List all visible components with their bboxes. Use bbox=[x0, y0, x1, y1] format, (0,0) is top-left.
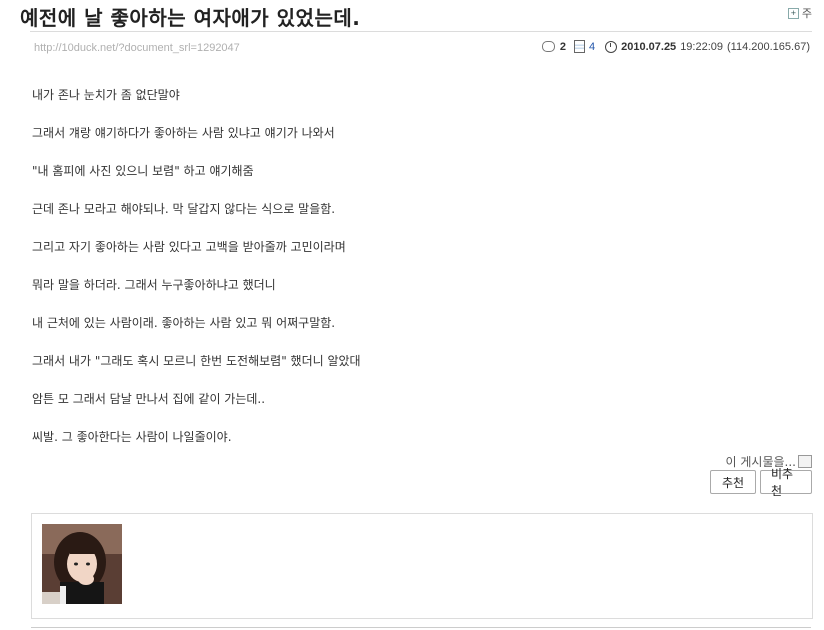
profile-photo-image bbox=[42, 524, 122, 604]
post-ip: (114.200.165.67) bbox=[727, 40, 810, 53]
divider bbox=[31, 627, 811, 628]
comment-icon bbox=[541, 41, 555, 52]
post-title: 예전에 날 좋아하는 여자애가 있었는데. bbox=[20, 6, 361, 30]
title-extras[interactable]: + 주 bbox=[787, 5, 812, 21]
author-image-box bbox=[31, 513, 813, 619]
document-icon bbox=[574, 40, 585, 53]
title-ext-label[interactable]: 주 bbox=[802, 5, 812, 21]
body-line: 그리고 자기 좋아하는 사람 있다고 고백을 받아줄까 고민이라며 bbox=[32, 240, 346, 254]
profile-photo bbox=[42, 524, 122, 604]
not-recommend-button[interactable]: 비추천 bbox=[760, 467, 812, 498]
recommend-button[interactable]: 추천 bbox=[710, 470, 756, 494]
body-line: "내 홈피에 사진 있으니 보렴" 하고 얘기해줌 bbox=[32, 164, 254, 178]
post-meta: http://10duck.net/?document_srl=1292047 … bbox=[30, 31, 812, 62]
view-count: 4 bbox=[589, 40, 596, 53]
expand-icon[interactable]: + bbox=[787, 7, 799, 19]
post-stats: 2 4 2010.07.25 19:22:09 (114.200.165.67) bbox=[541, 40, 810, 53]
body-line: 근데 존나 모라고 해야되나. 막 달갑지 않다는 식으로 말을함. bbox=[32, 202, 336, 216]
body-line: 그래서 내가 "그래도 혹시 모르니 한번 도전해보렴" 했더니 알았대 bbox=[32, 354, 361, 368]
body-line: 암튼 모 그래서 담날 만나서 집에 같이 가는데.. bbox=[32, 392, 266, 406]
body-line: 씨발. 그 좋아한다는 사람이 나일줄이야. bbox=[32, 430, 232, 444]
post-time: 19:22:09 bbox=[680, 40, 724, 53]
post-date: 2010.07.25 bbox=[621, 40, 677, 53]
body-line: 내 근처에 있는 사람이래. 좋아하는 사람 있고 뭐 어쩌구말함. bbox=[32, 316, 336, 330]
clock-icon bbox=[605, 40, 618, 53]
body-line: 내가 존나 눈치가 좀 없단말야 bbox=[32, 88, 180, 102]
vote-buttons: 추천 비추천 bbox=[710, 467, 812, 498]
body-line: 뭐라 말을 하더라. 그래서 누구좋아하냐고 했더니 bbox=[32, 278, 276, 292]
body-line: 그래서 걔랑 얘기하다가 좋아하는 사람 있냐고 얘기가 나와서 bbox=[32, 126, 335, 140]
comment-count: 2 bbox=[559, 40, 566, 53]
post-body: 내가 존나 눈치가 좀 없단말야 그래서 걔랑 얘기하다가 좋아하는 사람 있냐… bbox=[32, 87, 732, 467]
post-url[interactable]: http://10duck.net/?document_srl=1292047 bbox=[34, 42, 240, 54]
